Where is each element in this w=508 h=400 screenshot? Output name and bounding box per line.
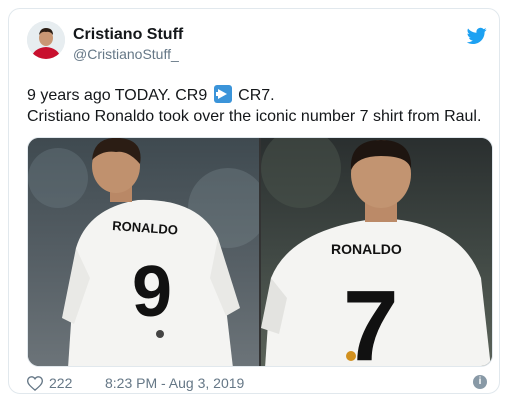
like-count: 222 xyxy=(49,375,73,391)
tweet-text: 9 years ago TODAY. CR9 CR7. Cristiano Ro… xyxy=(27,85,497,127)
tweet-text-line-1: 9 years ago TODAY. CR9 CR7. xyxy=(27,85,497,106)
photo-ronaldo-7[interactable]: RONALDO 7 xyxy=(261,138,492,366)
heart-icon xyxy=(27,375,43,391)
tweet-card[interactable]: Cristiano Stuff @CristianoStuff_ 9 years… xyxy=(8,8,500,394)
tweet-text-part: 9 years ago TODAY. CR9 xyxy=(27,87,212,104)
photo-ronaldo-9-image: RONALDO 9 xyxy=(28,138,259,366)
info-icon[interactable]: i xyxy=(473,375,487,389)
author-name[interactable]: Cristiano Stuff xyxy=(73,26,183,44)
tweet-text-line-2: Cristiano Ronaldo took over the iconic n… xyxy=(27,108,482,125)
tweet-header: Cristiano Stuff @CristianoStuff_ xyxy=(27,21,487,65)
avatar[interactable] xyxy=(27,21,65,59)
tweet-timestamp[interactable]: 8:23 PM - Aug 3, 2019 xyxy=(105,375,244,391)
photo-ronaldo-7-image: RONALDO 7 xyxy=(261,138,491,366)
shirt-number-text: 9 xyxy=(132,252,172,332)
like-button[interactable]: 222 xyxy=(27,373,72,393)
shirt-name-text: RONALDO xyxy=(331,241,402,257)
tweet-footer: 222 8:23 PM - Aug 3, 2019 i xyxy=(27,373,487,393)
tweet-text-part: CR7. xyxy=(233,87,275,104)
right-arrow-emoji-icon xyxy=(213,85,232,103)
twitter-bird-icon[interactable] xyxy=(467,27,487,45)
photo-ronaldo-9[interactable]: RONALDO 9 xyxy=(28,138,259,366)
avatar-image xyxy=(27,21,65,59)
tweet-media[interactable]: RONALDO 9 RONALDO 7 xyxy=(27,137,493,367)
author-handle[interactable]: @CristianoStuff_ xyxy=(73,46,179,62)
